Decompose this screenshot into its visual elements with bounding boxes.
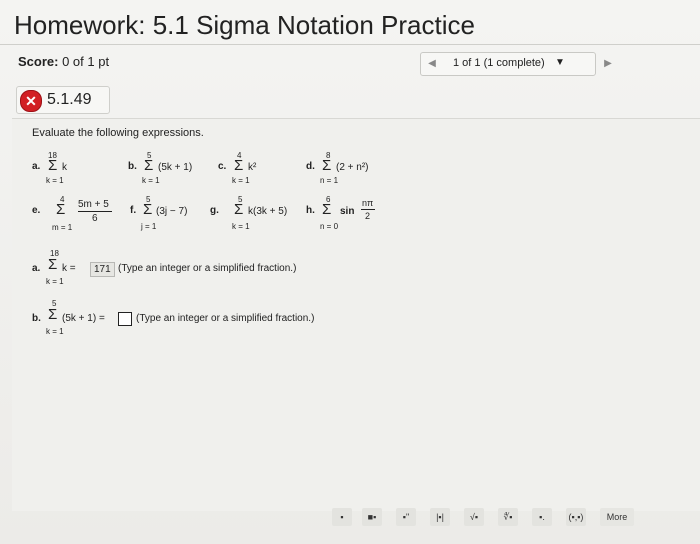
decimal-icon[interactable]: ▪.	[532, 508, 552, 526]
answer-b: b. 5 Σ (5k + 1) = (Type an integer or a …	[32, 299, 372, 339]
score-value: 0 of 1 pt	[62, 54, 110, 69]
answer-a: a. 18 Σ k = 171 (Type an integer or a si…	[32, 249, 372, 289]
sigma-icon: Σ	[322, 157, 332, 174]
problem-e-lower: m = 1	[52, 223, 73, 232]
answer-b-body: (5k + 1) =	[62, 313, 105, 324]
answer-b-input[interactable]	[118, 312, 132, 326]
question-number: 5.1.49	[47, 91, 92, 108]
problem-f-label: f.	[130, 205, 137, 216]
sigma-icon: Σ	[56, 201, 66, 218]
page-title: Homework: 5.1 Sigma Notation Practice	[14, 10, 475, 40]
problem-c: c. 4 Σ k² k = 1	[218, 151, 288, 185]
problem-c-body: k²	[248, 162, 257, 173]
next-question-icon[interactable]: ▶	[599, 55, 617, 73]
problem-h-body: sin	[340, 206, 355, 217]
score-label: Score:	[18, 54, 59, 69]
problem-g-lower: k = 1	[232, 222, 250, 231]
problem-d: d. 8 Σ (2 + n²) n = 1	[306, 151, 396, 185]
nth-root-icon[interactable]: ∜▪	[498, 508, 518, 526]
answer-a-label: a.	[32, 263, 41, 274]
sigma-icon: Σ	[234, 157, 244, 174]
problem-g: g. 5 Σ k(3k + 5) k = 1	[210, 195, 310, 235]
problem-b-lower: k = 1	[142, 176, 160, 185]
square-root-icon[interactable]: √▪	[464, 508, 484, 526]
score-text: Score: 0 of 1 pt	[18, 54, 109, 69]
answer-b-label: b.	[32, 313, 41, 324]
problem-a-body: k	[62, 162, 67, 173]
problem-f-body: (3j − 7)	[156, 206, 188, 217]
sigma-icon: Σ	[143, 201, 153, 218]
problem-e-label: e.	[32, 205, 41, 216]
exponent-icon[interactable]: ▪"	[396, 508, 416, 526]
problem-f-lower: j = 1	[141, 222, 157, 231]
chevron-down-icon[interactable]: ▼	[555, 57, 565, 68]
previous-question-icon[interactable]: ◀	[423, 55, 441, 73]
problem-h-label: h.	[306, 205, 315, 216]
homework-page: Homework: 5.1 Sigma Notation Practice Sc…	[0, 0, 700, 544]
answer-a-hint: (Type an integer or a simplified fractio…	[118, 263, 297, 274]
sigma-icon: Σ	[322, 201, 332, 218]
problem-c-lower: k = 1	[232, 176, 250, 185]
answer-a-lower: k = 1	[46, 277, 64, 286]
fraction-bar	[361, 209, 375, 210]
problem-f: f. 5 Σ (3j − 7) j = 1	[130, 195, 210, 235]
interval-icon[interactable]: (▪,▪)	[566, 508, 586, 526]
more-button[interactable]: More	[600, 508, 634, 526]
score-bar: Score: 0 of 1 pt ◀ 1 of 1 (1 complete) ▼…	[10, 48, 690, 78]
problem-b: b. 5 Σ (5k + 1) k = 1	[128, 151, 218, 185]
problem-h: h. 6 Σ sin nπ 2 n = 0	[306, 195, 406, 235]
question-navigator[interactable]: ◀ 1 of 1 (1 complete) ▼ ▶	[420, 52, 612, 76]
fraction-bar	[78, 211, 112, 212]
problem-a: a. 18 Σ k k = 1	[32, 151, 112, 185]
absolute-value-icon[interactable]: |▪|	[430, 508, 450, 526]
sigma-icon: Σ	[48, 256, 58, 273]
sigma-icon: Σ	[48, 306, 58, 323]
problem-d-label: d.	[306, 161, 315, 172]
answer-a-body: k =	[62, 263, 76, 274]
problem-a-label: a.	[32, 161, 41, 172]
problem-c-label: c.	[218, 161, 227, 172]
problem-a-lower: k = 1	[46, 176, 64, 185]
mixed-number-icon[interactable]: ■▪	[362, 508, 382, 526]
title-bar: Homework: 5.1 Sigma Notation Practice	[0, 0, 700, 45]
problem-d-body: (2 + n²)	[336, 162, 369, 173]
sigma-icon: Σ	[234, 201, 244, 218]
math-toolbar: ▪ ■▪ ▪" |▪| √▪ ∜▪ ▪. (▪,▪) More	[320, 500, 700, 530]
fraction-icon[interactable]: ▪	[332, 508, 352, 526]
problem-b-label: b.	[128, 161, 137, 172]
answer-b-lower: k = 1	[46, 327, 64, 336]
sigma-icon: Σ	[48, 157, 58, 174]
incorrect-icon: ✕	[20, 90, 42, 112]
problem-h-lower: n = 0	[320, 222, 339, 231]
problem-h-denominator: 2	[365, 211, 371, 221]
problem-e-numerator: 5m + 5	[78, 199, 109, 210]
question-id-badge: ✕ 5.1.49	[16, 86, 110, 114]
sigma-icon: Σ	[144, 157, 154, 174]
answer-a-input[interactable]: 171	[90, 262, 115, 277]
problem-h-numerator: nπ	[362, 198, 374, 208]
question-position[interactable]: 1 of 1 (1 complete)	[453, 57, 545, 69]
problem-e-denominator: 6	[92, 213, 98, 224]
problem-g-label: g.	[210, 205, 219, 216]
problem-e: e. 4 Σ 5m + 5 6 m = 1	[32, 195, 132, 235]
problem-g-body: k(3k + 5)	[248, 206, 288, 217]
problem-b-body: (5k + 1)	[158, 162, 193, 173]
question-content: Evaluate the following expressions. a. 1…	[12, 118, 700, 511]
answer-b-hint: (Type an integer or a simplified fractio…	[136, 313, 315, 324]
instructions: Evaluate the following expressions.	[32, 127, 204, 139]
problem-d-lower: n = 1	[320, 176, 339, 185]
